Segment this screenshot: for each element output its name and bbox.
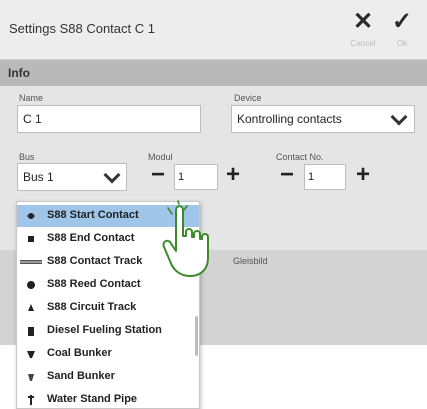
chevron-down-icon [103,166,121,184]
bus-label: Bus [19,152,35,162]
list-item-water-pipe[interactable]: Water Stand Pipe [17,389,199,408]
ok-button[interactable]: ✓ Ok [383,7,421,57]
close-icon: ✕ [352,8,374,35]
modul-input[interactable]: 1 [174,164,218,190]
title-bar: Settings S88 Contact C 1 ✕ Cancel ✓ Ok [0,0,427,60]
sand-bunker-icon [25,370,37,384]
diesel-station-icon [25,324,37,338]
list-item-circuit-track[interactable]: S88 Circuit Track [17,297,199,319]
list-item-sand-bunker[interactable]: Sand Bunker [17,366,199,388]
device-select[interactable]: Kontrolling contacts [231,105,415,133]
contact-increment-button[interactable]: + [356,162,370,188]
cancel-button[interactable]: ✕ Cancel [344,7,382,57]
dropdown-scrollbar[interactable] [195,316,198,356]
reed-contact-icon [25,278,37,292]
pointing-hand-icon [162,200,209,277]
section-title: Info [8,66,30,80]
bus-value: Bus 1 [23,170,54,184]
cancel-label: Cancel [350,39,376,48]
bus-select[interactable]: Bus 1 [17,163,127,191]
name-label: Name [19,93,44,103]
list-item-coal-bunker[interactable]: Coal Bunker [17,343,199,365]
modul-decrement-button[interactable]: − [151,162,165,188]
contact-decrement-button[interactable]: − [280,162,294,188]
coal-bunker-icon [25,347,37,361]
name-input[interactable]: C 1 [17,105,201,133]
device-label: Device [234,93,262,103]
circuit-track-icon [25,301,37,315]
modul-increment-button[interactable]: + [226,162,240,188]
end-contact-icon [25,232,37,246]
list-item-diesel-station[interactable]: Diesel Fueling Station [17,320,199,342]
start-contact-icon [25,209,37,223]
water-pipe-icon [25,393,37,407]
ok-label: Ok [396,39,408,48]
window-title: Settings S88 Contact C 1 [9,21,155,36]
check-icon: ✓ [391,8,413,35]
gleisbild-label: Gleisbild [233,256,268,266]
section-header: Info [0,60,427,86]
chevron-down-icon [390,108,408,126]
contact-no-input[interactable]: 1 [304,164,346,190]
device-value: Kontrolling contacts [237,112,342,126]
contact-track-icon [20,255,42,269]
